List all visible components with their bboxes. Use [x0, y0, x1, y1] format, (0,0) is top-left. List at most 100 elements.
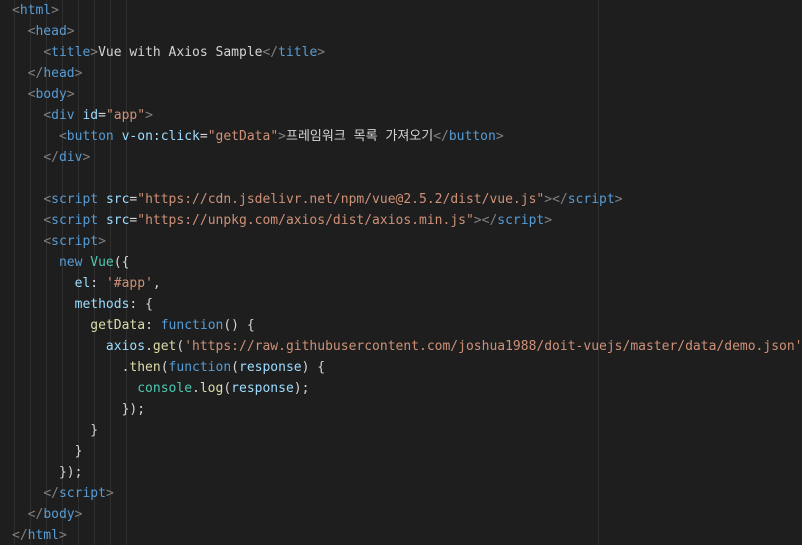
code-token: function [168, 360, 232, 375]
code-token: script [58, 486, 106, 501]
code-token: script [567, 192, 615, 207]
code-token: body [35, 87, 67, 102]
code-token: </ [43, 486, 59, 501]
code-token: . [192, 381, 200, 396]
code-token: '#app' [105, 276, 153, 291]
code-token: head [43, 66, 75, 81]
code-token: "getData" [207, 129, 279, 144]
code-token: < [43, 108, 52, 123]
code-token: log [199, 381, 224, 396]
code-token: console [137, 381, 193, 396]
code-token: > [495, 129, 504, 144]
code-content[interactable]: <html> <head> <title>Vue with Axios Samp… [12, 0, 802, 545]
code-token: : { [129, 297, 153, 312]
code-line: .then(function(response) { [12, 357, 802, 378]
code-token: > [317, 45, 326, 60]
code-token: response [231, 381, 294, 396]
code-token: > [82, 150, 91, 165]
code-token: . [145, 339, 153, 354]
code-token: ( [223, 381, 232, 396]
code-token: </ [27, 66, 44, 81]
code-token: new [58, 255, 83, 270]
code-line: <title>Vue with Axios Sample</title> [12, 42, 802, 63]
code-line: }); [12, 399, 802, 420]
code-token: </ [433, 129, 449, 144]
code-token: body [43, 507, 75, 522]
code-token: ( [160, 360, 169, 375]
code-token: Vue with Axios Sample [98, 45, 263, 60]
code-token: div [58, 150, 83, 165]
code-token: button [448, 129, 496, 144]
code-editor[interactable]: <html> <head> <title>Vue with Axios Samp… [0, 0, 802, 545]
code-token: div [51, 108, 75, 123]
code-token: }); [58, 465, 83, 480]
code-token: > [58, 528, 67, 543]
code-token: title [278, 45, 318, 60]
code-token: script [497, 213, 545, 228]
code-token: ({ [113, 255, 130, 270]
code-token: = [98, 108, 106, 123]
code-token: , [152, 276, 161, 291]
code-line: } [12, 441, 802, 462]
code-token: ></ [473, 213, 498, 228]
code-token: > [74, 66, 83, 81]
code-token: ) { [301, 360, 326, 375]
code-line: methods: { [12, 294, 802, 315]
code-token: </ [27, 507, 44, 522]
code-token: el [74, 276, 91, 291]
code-line: axios.get('https://raw.githubusercontent… [12, 336, 802, 357]
code-line: } [12, 420, 802, 441]
code-token: > [278, 129, 286, 144]
code-line: <script> [12, 231, 802, 252]
code-token: < [12, 3, 20, 18]
code-token: src [105, 192, 130, 207]
code-token: script [51, 213, 99, 228]
code-token: () { [223, 318, 255, 333]
code-token: : [145, 318, 161, 333]
code-token: "app" [105, 108, 146, 123]
code-line: new Vue({ [12, 252, 802, 273]
code-token: response [239, 360, 302, 375]
code-token: script [51, 234, 99, 249]
code-token: = [199, 129, 208, 144]
code-token: getData [90, 318, 146, 333]
code-token: }); [121, 402, 146, 417]
code-line: <button v-on:click="getData">프레임워크 목록 가져… [12, 126, 802, 147]
code-line: <script src="https://cdn.jsdelivr.net/np… [12, 189, 802, 210]
code-token: < [58, 129, 67, 144]
code-token: src [105, 213, 130, 228]
code-token: html [27, 528, 59, 543]
code-line: <head> [12, 21, 802, 42]
code-token: get [152, 339, 177, 354]
code-token: > [105, 486, 114, 501]
code-line: <html> [12, 0, 802, 21]
code-token: } [90, 423, 99, 438]
code-token: < [43, 234, 52, 249]
code-line: getData: function() { [12, 315, 802, 336]
code-token: </ [12, 528, 28, 543]
code-token: 프레임워크 목록 가져오기 [285, 129, 434, 144]
code-token: head [35, 24, 67, 39]
code-line: </head> [12, 63, 802, 84]
code-token: < [43, 192, 52, 207]
code-token: button [66, 129, 114, 144]
